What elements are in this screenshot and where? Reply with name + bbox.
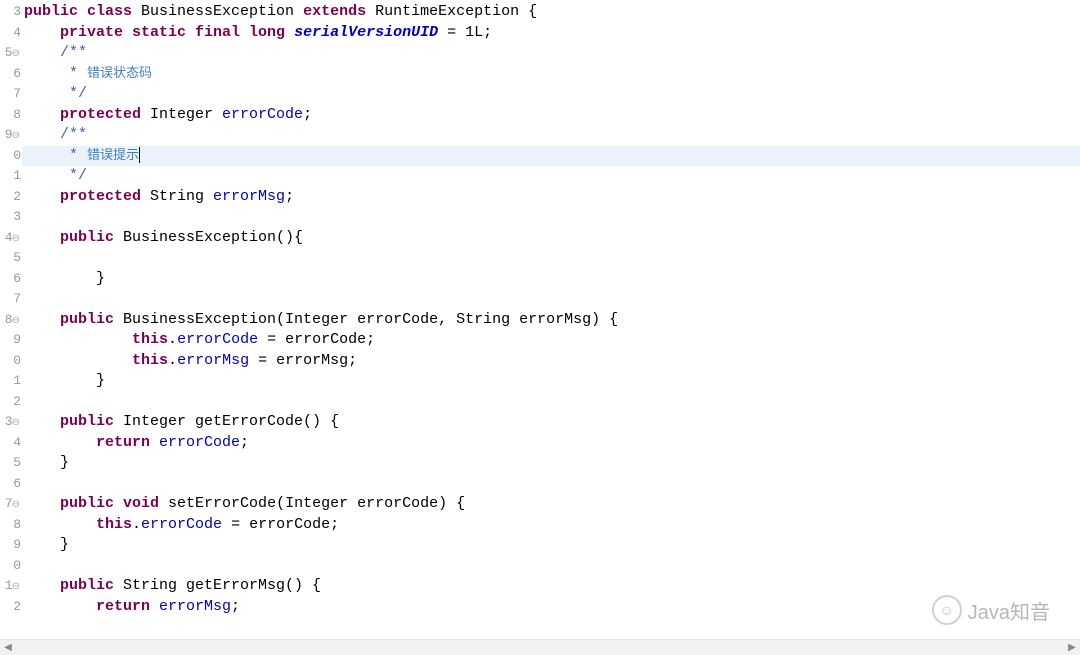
horizontal-scrollbar[interactable]: ◀ ▶ xyxy=(0,639,1080,655)
line-number: 0 xyxy=(0,351,22,372)
code-line[interactable] xyxy=(22,248,1080,269)
line-number: 1⊖ xyxy=(0,576,22,597)
line-number: 7 xyxy=(0,84,22,105)
code-line[interactable]: * 错误提示 xyxy=(22,146,1080,167)
code-line[interactable]: /** xyxy=(22,125,1080,146)
code-line[interactable]: protected String errorMsg; xyxy=(22,187,1080,208)
code-area[interactable]: public class BusinessException extends R… xyxy=(22,0,1080,655)
line-number: 0 xyxy=(0,146,22,167)
line-number: 7 xyxy=(0,289,22,310)
line-number: 9 xyxy=(0,535,22,556)
line-number: 1 xyxy=(0,166,22,187)
line-number: 8 xyxy=(0,105,22,126)
line-number: 1 xyxy=(0,371,22,392)
code-line[interactable]: this.errorCode = errorCode; xyxy=(22,515,1080,536)
line-number: 2 xyxy=(0,597,22,618)
line-number: 7⊖ xyxy=(0,494,22,515)
code-line[interactable]: this.errorCode = errorCode; xyxy=(22,330,1080,351)
code-line[interactable]: } xyxy=(22,371,1080,392)
line-number: 4 xyxy=(0,23,22,44)
watermark-text: Java知音 xyxy=(968,596,1050,625)
line-number: 6 xyxy=(0,269,22,290)
line-number: 0 xyxy=(0,556,22,577)
code-line[interactable]: /** xyxy=(22,43,1080,64)
code-line[interactable]: public class BusinessException extends R… xyxy=(22,2,1080,23)
code-line[interactable]: } xyxy=(22,535,1080,556)
code-line[interactable] xyxy=(22,556,1080,577)
code-line[interactable]: public BusinessException(Integer errorCo… xyxy=(22,310,1080,331)
line-number: 4 xyxy=(0,433,22,454)
line-number: 3 xyxy=(0,207,22,228)
line-number: 2 xyxy=(0,187,22,208)
line-number: 2 xyxy=(0,392,22,413)
code-line[interactable] xyxy=(22,392,1080,413)
line-number: 8⊖ xyxy=(0,310,22,331)
line-number: 3 xyxy=(0,2,22,23)
code-line[interactable]: */ xyxy=(22,166,1080,187)
code-line[interactable]: protected Integer errorCode; xyxy=(22,105,1080,126)
code-line[interactable]: public BusinessException(){ xyxy=(22,228,1080,249)
line-number: 5 xyxy=(0,248,22,269)
line-number: 4⊖ xyxy=(0,228,22,249)
code-line[interactable] xyxy=(22,474,1080,495)
code-editor[interactable]: 345⊖6789⊖01234⊖5678⊖90123⊖4567⊖8901⊖2 pu… xyxy=(0,0,1080,655)
code-line[interactable]: } xyxy=(22,269,1080,290)
line-number: 8 xyxy=(0,515,22,536)
code-line[interactable]: private static final long serialVersionU… xyxy=(22,23,1080,44)
scroll-left-icon[interactable]: ◀ xyxy=(0,640,16,655)
code-line[interactable]: this.errorMsg = errorMsg; xyxy=(22,351,1080,372)
line-number: 3⊖ xyxy=(0,412,22,433)
code-line[interactable]: public Integer getErrorCode() { xyxy=(22,412,1080,433)
code-line[interactable]: return errorCode; xyxy=(22,433,1080,454)
code-line[interactable]: * 错误状态码 xyxy=(22,64,1080,85)
line-number: 9⊖ xyxy=(0,125,22,146)
line-number: 9 xyxy=(0,330,22,351)
code-line[interactable]: public String getErrorMsg() { xyxy=(22,576,1080,597)
watermark-icon: ☺ xyxy=(932,595,962,625)
watermark: ☺ Java知音 xyxy=(932,595,1050,625)
scroll-track[interactable] xyxy=(16,640,1064,655)
line-number: 5 xyxy=(0,453,22,474)
code-line[interactable] xyxy=(22,207,1080,228)
code-line[interactable]: return errorMsg; xyxy=(22,597,1080,618)
code-line[interactable]: } xyxy=(22,453,1080,474)
line-number-gutter: 345⊖6789⊖01234⊖5678⊖90123⊖4567⊖8901⊖2 xyxy=(0,0,22,655)
line-number: 6 xyxy=(0,64,22,85)
code-line[interactable]: public void setErrorCode(Integer errorCo… xyxy=(22,494,1080,515)
code-line[interactable] xyxy=(22,289,1080,310)
scroll-right-icon[interactable]: ▶ xyxy=(1064,640,1080,655)
line-number: 6 xyxy=(0,474,22,495)
line-number: 5⊖ xyxy=(0,43,22,64)
code-line[interactable]: */ xyxy=(22,84,1080,105)
